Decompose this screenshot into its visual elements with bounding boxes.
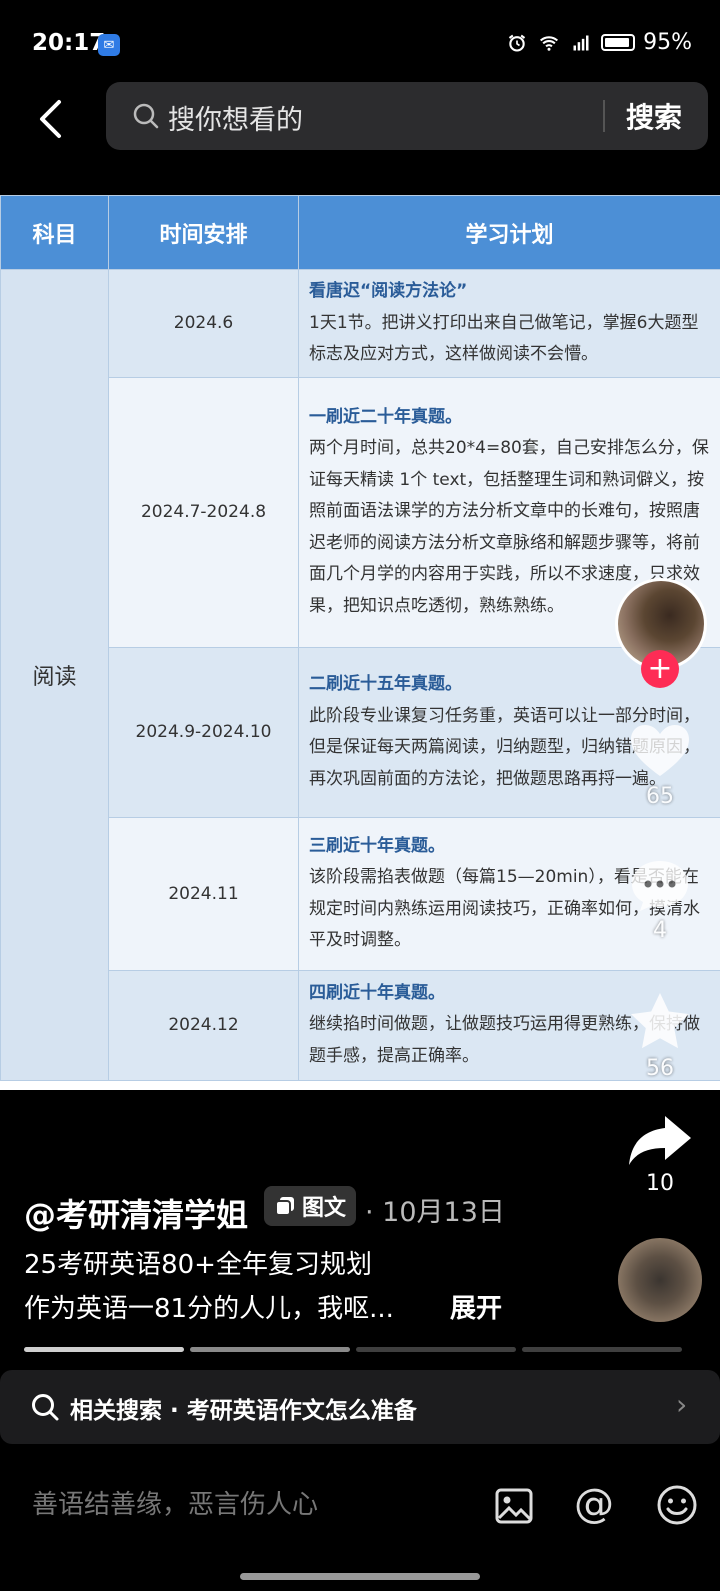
plan-cell: 看唐迟“阅读方法论” 1天1节。把讲义打印出来自己做笔记，掌握6大题型标志及应对… [298,269,720,378]
date-cell: 2024.11 [108,816,299,971]
date-cell: 2024.9-2024.10 [108,646,299,818]
table-row: 阅读 2024.6 看唐迟“阅读方法论” 1天1节。把讲义打印出来自己做笔记，掌… [0,269,720,1081]
date-cell: 2024.7-2024.8 [108,376,299,648]
like-count: 65 [646,784,674,809]
search-icon [133,103,159,129]
plan-body: 1天1节。把讲义打印出来自己做笔记，掌握6大题型标志及应对方式，这样做阅读不会懵… [309,312,699,365]
plan-title: 四刷近十年真题。 [309,982,445,1003]
heart-icon [631,725,689,776]
table-row: 2024.9-2024.10 二刷近十五年真题。 此阶段专业课复习任务重，英语可以… [1,646,720,818]
caption-text: 作为英语一81分的人儿，我呕... [24,1294,394,1324]
signal-icon [573,35,589,50]
date-cell: 2024.12 [108,969,299,1081]
follow-button[interactable]: + [641,650,679,688]
post-date: · 10月13日 [365,1197,505,1228]
search-divider [603,100,605,132]
progress-segment-active [24,1347,184,1352]
related-search-label: 相关搜索 · 考研英语作文怎么准备 [70,1398,417,1424]
study-plan-table: 科目 时间安排 学习计划 阅读 2024.6 看唐迟“阅读方法论” 1天1节。把… [0,195,720,1081]
share-button[interactable]: 10 [620,1113,700,1196]
back-button[interactable] [30,94,70,144]
plan-title: 一刷近二十年真题。 [309,406,462,427]
app-notification-icon: ✉ [98,34,120,56]
alarm-icon [508,34,526,52]
at-mention-icon[interactable]: @ [574,1484,614,1524]
related-search-bar[interactable]: 相关搜索 · 考研英语作文怎么准备 › [0,1370,720,1444]
progress-segment [190,1347,350,1352]
search-input[interactable]: 搜你想看的 [168,98,303,137]
header-schedule: 时间安排 [108,195,299,270]
share-count: 10 [646,1171,674,1196]
battery-icon [601,34,636,51]
progress-segment [522,1347,682,1352]
table-row: 2024.7-2024.8 一刷近二十年真题。 两个月时间，总共20*4=80套，… [1,376,720,648]
music-disc[interactable] [618,1238,702,1322]
chevron-left-icon [40,100,61,138]
search-icon [32,1394,59,1421]
subject-cell: 阅读 [0,269,109,1081]
status-bar: 20:17 ✉ 95% [0,0,720,70]
plan-title: 看唐迟“阅读方法论” [309,281,468,301]
share-arrow-icon [629,1116,691,1165]
home-indicator[interactable] [240,1573,480,1580]
comment-input[interactable]: 善语结善缘，恶言伤人心 [32,1484,318,1521]
like-button[interactable]: 65 [620,722,700,809]
table-row: 2024.12 四刷近十年真题。 继续掐时间做题，让做题技巧运用得更熟练，保持做题… [1,969,720,1081]
plan-title: 三刷近十年真题。 [309,835,445,856]
status-time: 20:17 [32,30,106,56]
caption-title: 25考研英语80+全年复习规划 [24,1250,372,1280]
favorite-button[interactable]: 56 [620,990,700,1081]
table-row: 2024.11 三刷近十年真题。 该阶段需掐表做题（每篇15—20min），看是否… [1,816,720,971]
status-icons: 95% [505,30,692,55]
image-post-icon [275,1197,294,1216]
plan-title: 二刷近十五年真题。 [309,674,462,694]
expand-button[interactable]: 展开 [450,1288,502,1325]
comment-icon [632,861,688,911]
wifi-icon [540,35,559,51]
post-type-badge: 图文 [264,1186,357,1226]
comment-button[interactable]: 4 [620,858,700,943]
comment-count: 4 [653,918,667,943]
battery-percent: 95% [643,30,692,55]
progress-segment [356,1347,516,1352]
header-subject: 科目 [0,195,109,270]
image-icon[interactable] [494,1486,534,1526]
post-type-label: 图文 [302,1196,347,1221]
date-cell: 2024.6 [108,269,299,378]
header-plan: 学习计划 [298,195,720,270]
post-image-table[interactable]: 科目 时间安排 学习计划 阅读 2024.6 看唐迟“阅读方法论” 1天1节。把… [0,195,720,1090]
author-name[interactable]: @考研清清学姐 [24,1190,248,1236]
search-bar[interactable]: 搜你想看的 搜索 [106,82,708,150]
favorite-count: 56 [646,1056,674,1081]
chevron-right-icon: › [676,1388,688,1421]
star-icon [631,993,689,1049]
table-header-row: 科目 时间安排 学习计划 [0,195,720,270]
emoji-icon[interactable] [656,1484,698,1526]
search-button[interactable]: 搜索 [626,96,682,136]
